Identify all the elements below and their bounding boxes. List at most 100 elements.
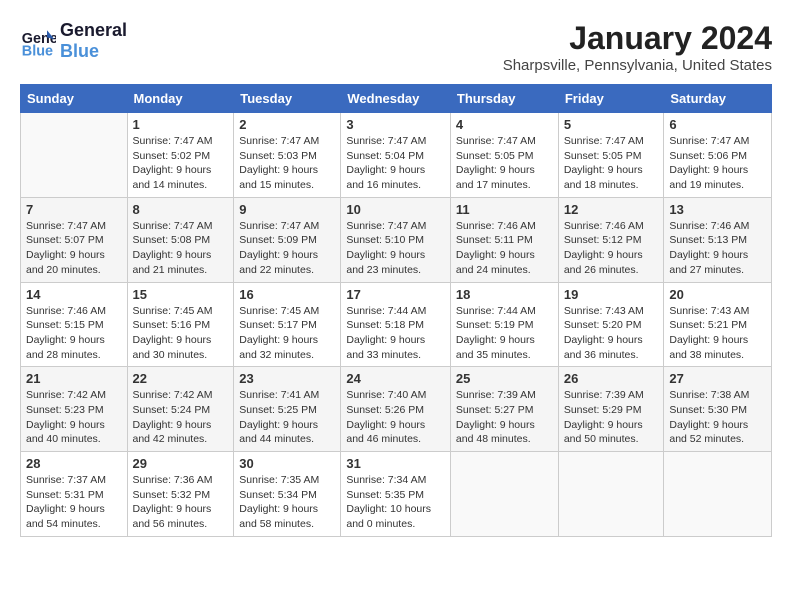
day-cell: 17 Sunrise: 7:44 AM Sunset: 5:18 PM Dayli… [341,282,451,367]
day-cell: 6 Sunrise: 7:47 AM Sunset: 5:06 PM Daylig… [664,113,772,198]
day-cell: 14 Sunrise: 7:46 AM Sunset: 5:15 PM Dayli… [21,282,128,367]
day-info: Sunrise: 7:43 AM Sunset: 5:20 PM Dayligh… [564,304,659,363]
day-cell: 9Sunrise: 7:47 AM Sunset: 5:09 PM Daylig… [234,197,341,282]
day-info: Sunrise: 7:43 AM Sunset: 5:21 PM Dayligh… [669,304,766,363]
week-row-3: 14 Sunrise: 7:46 AM Sunset: 5:15 PM Dayli… [21,282,772,367]
day-info: Sunrise: 7:46 AM Sunset: 5:12 PM Dayligh… [564,219,659,278]
weekday-header-row: SundayMondayTuesdayWednesdayThursdayFrid… [21,85,772,113]
week-row-5: 28Sunrise: 7:37 AM Sunset: 5:31 PM Dayli… [21,452,772,537]
day-cell: 27Sunrise: 7:38 AM Sunset: 5:30 PM Dayli… [664,367,772,452]
day-cell: 23 Sunrise: 7:41 AM Sunset: 5:25 PM Dayli… [234,367,341,452]
day-number: 25 [456,371,553,386]
day-info: Sunrise: 7:34 AM Sunset: 5:35 PM Dayligh… [346,473,445,532]
day-number: 3 [346,117,445,132]
logo: General Blue General Blue [20,20,127,62]
day-info: Sunrise: 7:37 AM Sunset: 5:31 PM Dayligh… [26,473,122,532]
day-info: Sunrise: 7:47 AM Sunset: 5:04 PM Dayligh… [346,134,445,193]
day-number: 6 [669,117,766,132]
day-number: 26 [564,371,659,386]
day-info: Sunrise: 7:47 AM Sunset: 5:08 PM Dayligh… [133,219,229,278]
logo-line1: General [60,20,127,41]
day-cell: 8 Sunrise: 7:47 AM Sunset: 5:08 PM Daylig… [127,197,234,282]
week-row-4: 21 Sunrise: 7:42 AM Sunset: 5:23 PM Dayli… [21,367,772,452]
weekday-header-wednesday: Wednesday [341,85,451,113]
day-cell: 2 Sunrise: 7:47 AM Sunset: 5:03 PM Daylig… [234,113,341,198]
logo-icon: General Blue [20,23,56,59]
day-number: 8 [133,202,229,217]
day-info: Sunrise: 7:47 AM Sunset: 5:07 PM Dayligh… [26,219,122,278]
weekday-header-friday: Friday [558,85,664,113]
day-info: Sunrise: 7:47 AM Sunset: 5:10 PM Dayligh… [346,219,445,278]
day-cell [558,452,664,537]
day-cell: 26 Sunrise: 7:39 AM Sunset: 5:29 PM Dayli… [558,367,664,452]
day-cell: 29Sunrise: 7:36 AM Sunset: 5:32 PM Dayli… [127,452,234,537]
day-cell: 11 Sunrise: 7:46 AM Sunset: 5:11 PM Dayli… [450,197,558,282]
day-number: 18 [456,287,553,302]
calendar-title: January 2024 [503,20,772,57]
day-cell: 24Sunrise: 7:40 AM Sunset: 5:26 PM Dayli… [341,367,451,452]
day-number: 22 [133,371,229,386]
day-cell: 25 Sunrise: 7:39 AM Sunset: 5:27 PM Dayli… [450,367,558,452]
day-cell: 10 Sunrise: 7:47 AM Sunset: 5:10 PM Dayli… [341,197,451,282]
day-cell: 19 Sunrise: 7:43 AM Sunset: 5:20 PM Dayli… [558,282,664,367]
day-number: 10 [346,202,445,217]
day-cell: 4Sunrise: 7:47 AM Sunset: 5:05 PM Daylig… [450,113,558,198]
day-cell: 7 Sunrise: 7:47 AM Sunset: 5:07 PM Daylig… [21,197,128,282]
day-info: Sunrise: 7:47 AM Sunset: 5:03 PM Dayligh… [239,134,335,193]
day-number: 13 [669,202,766,217]
day-number: 15 [133,287,229,302]
day-cell: 22Sunrise: 7:42 AM Sunset: 5:24 PM Dayli… [127,367,234,452]
day-info: Sunrise: 7:47 AM Sunset: 5:09 PM Dayligh… [239,219,335,278]
week-row-2: 7 Sunrise: 7:47 AM Sunset: 5:07 PM Daylig… [21,197,772,282]
day-info: Sunrise: 7:45 AM Sunset: 5:16 PM Dayligh… [133,304,229,363]
day-number: 29 [133,456,229,471]
week-row-1: 1 Sunrise: 7:47 AM Sunset: 5:02 PM Daylig… [21,113,772,198]
day-number: 14 [26,287,122,302]
weekday-header-monday: Monday [127,85,234,113]
day-info: Sunrise: 7:46 AM Sunset: 5:13 PM Dayligh… [669,219,766,278]
day-number: 4 [456,117,553,132]
day-info: Sunrise: 7:46 AM Sunset: 5:11 PM Dayligh… [456,219,553,278]
day-info: Sunrise: 7:44 AM Sunset: 5:18 PM Dayligh… [346,304,445,363]
day-info: Sunrise: 7:47 AM Sunset: 5:02 PM Dayligh… [133,134,229,193]
day-number: 31 [346,456,445,471]
day-number: 2 [239,117,335,132]
day-number: 17 [346,287,445,302]
day-info: Sunrise: 7:42 AM Sunset: 5:23 PM Dayligh… [26,388,122,447]
logo-line2: Blue [60,41,127,62]
day-info: Sunrise: 7:38 AM Sunset: 5:30 PM Dayligh… [669,388,766,447]
day-info: Sunrise: 7:39 AM Sunset: 5:29 PM Dayligh… [564,388,659,447]
day-info: Sunrise: 7:39 AM Sunset: 5:27 PM Dayligh… [456,388,553,447]
day-info: Sunrise: 7:46 AM Sunset: 5:15 PM Dayligh… [26,304,122,363]
day-cell: 20Sunrise: 7:43 AM Sunset: 5:21 PM Dayli… [664,282,772,367]
day-number: 12 [564,202,659,217]
page-header: General Blue General Blue January 2024 S… [20,20,772,74]
day-cell [21,113,128,198]
weekday-header-sunday: Sunday [21,85,128,113]
day-number: 19 [564,287,659,302]
day-number: 1 [133,117,229,132]
day-cell [664,452,772,537]
day-info: Sunrise: 7:47 AM Sunset: 5:06 PM Dayligh… [669,134,766,193]
day-number: 23 [239,371,335,386]
day-cell: 21 Sunrise: 7:42 AM Sunset: 5:23 PM Dayli… [21,367,128,452]
weekday-header-tuesday: Tuesday [234,85,341,113]
day-cell: 1 Sunrise: 7:47 AM Sunset: 5:02 PM Daylig… [127,113,234,198]
day-cell: 3 Sunrise: 7:47 AM Sunset: 5:04 PM Daylig… [341,113,451,198]
day-number: 11 [456,202,553,217]
calendar-table: SundayMondayTuesdayWednesdayThursdayFrid… [20,84,772,537]
day-cell: 31 Sunrise: 7:34 AM Sunset: 5:35 PM Dayli… [341,452,451,537]
day-number: 7 [26,202,122,217]
day-cell: 18Sunrise: 7:44 AM Sunset: 5:19 PM Dayli… [450,282,558,367]
day-number: 5 [564,117,659,132]
day-cell: 5 Sunrise: 7:47 AM Sunset: 5:05 PM Daylig… [558,113,664,198]
day-info: Sunrise: 7:47 AM Sunset: 5:05 PM Dayligh… [564,134,659,193]
day-info: Sunrise: 7:45 AM Sunset: 5:17 PM Dayligh… [239,304,335,363]
day-cell: 12 Sunrise: 7:46 AM Sunset: 5:12 PM Dayli… [558,197,664,282]
day-number: 24 [346,371,445,386]
day-info: Sunrise: 7:41 AM Sunset: 5:25 PM Dayligh… [239,388,335,447]
day-number: 21 [26,371,122,386]
day-cell: 15 Sunrise: 7:45 AM Sunset: 5:16 PM Dayli… [127,282,234,367]
day-cell: 16Sunrise: 7:45 AM Sunset: 5:17 PM Dayli… [234,282,341,367]
day-number: 30 [239,456,335,471]
